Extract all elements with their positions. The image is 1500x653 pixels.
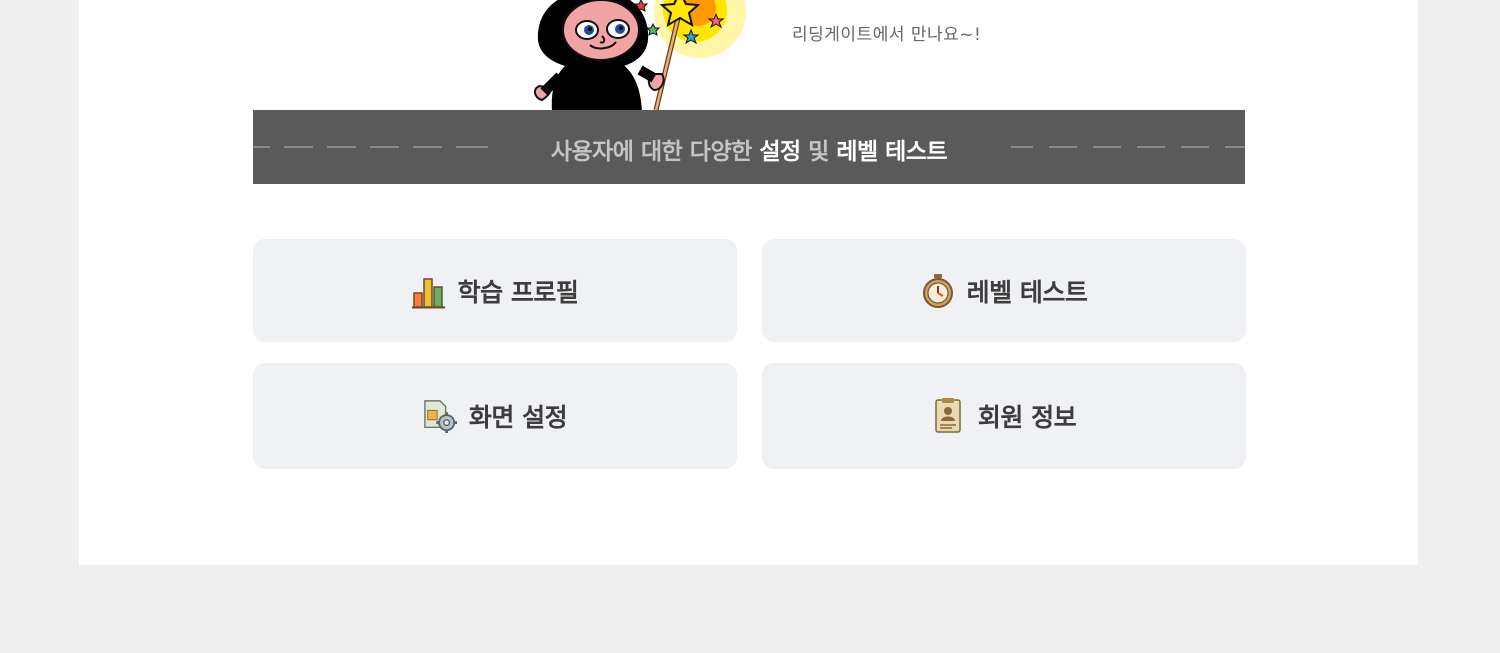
- id-document-icon: [935, 398, 961, 433]
- section-banner: 사용자에 대한 다양한 설정 및 레벨 테스트: [253, 110, 1245, 184]
- banner-title: 사용자에 대한 다양한 설정 및 레벨 테스트: [253, 132, 1245, 166]
- level-test-button[interactable]: 레벨 테스트: [762, 239, 1246, 342]
- banner-title-part3: 및: [808, 139, 829, 165]
- image-gear-icon: [424, 400, 457, 433]
- learning-profile-button[interactable]: 학습 프로필: [253, 239, 737, 342]
- stopwatch-icon: [922, 273, 953, 308]
- screen-settings-label: 화면 설정: [468, 403, 568, 432]
- mascot-wizard-illustration: [534, 0, 746, 112]
- screen-settings-button[interactable]: 화면 설정: [253, 363, 737, 469]
- banner-title-part1: 사용자에 대한 다양한: [550, 139, 752, 165]
- banner-dash-decoration-right: [1011, 146, 1245, 148]
- banner-title-part2: 설정: [759, 139, 801, 165]
- member-info-button[interactable]: 회원 정보: [762, 363, 1246, 469]
- banner-title-part4: 레벨 테스트: [836, 139, 948, 165]
- learning-profile-label: 학습 프로필: [457, 277, 579, 307]
- greeting-text: 리딩게이트에서 만나요~!: [792, 25, 982, 45]
- bar-chart-icon: [411, 277, 445, 308]
- level-test-label: 레벨 테스트: [966, 277, 1088, 307]
- member-info-label: 회원 정보: [977, 403, 1077, 432]
